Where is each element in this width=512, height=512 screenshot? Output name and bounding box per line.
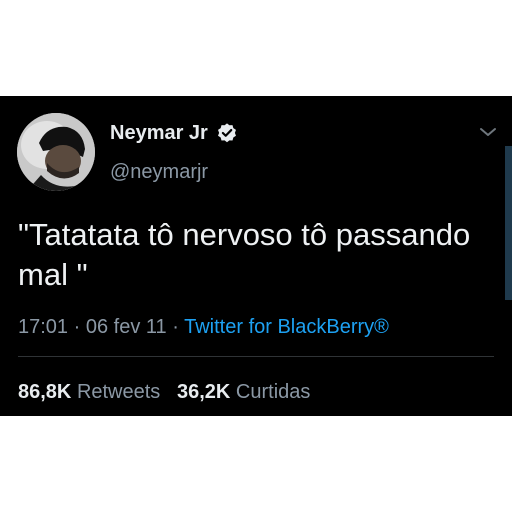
tweet-stats: 86,8K Retweets 36,2K Curtidas — [18, 380, 310, 404]
meta-separator: · — [172, 316, 179, 338]
screenshot-frame: Neymar Jr @neymarjr "Tatatata tô nervoso… — [0, 0, 512, 512]
meta-separator: · — [73, 316, 81, 338]
retweets-stat[interactable]: 86,8K Retweets — [18, 381, 160, 403]
tweet-time[interactable]: 17:01 — [18, 316, 68, 338]
tweet-meta: 17:01 · 06 fev 11 · Twitter for BlackBer… — [18, 315, 389, 339]
author-name[interactable]: Neymar Jr — [110, 121, 208, 145]
verified-badge-icon — [217, 123, 236, 143]
divider — [18, 356, 494, 357]
retweets-count: 86,8K — [18, 381, 72, 403]
tweet-card: Neymar Jr @neymarjr "Tatatata tô nervoso… — [0, 96, 512, 416]
scrollbar[interactable] — [505, 146, 512, 300]
retweets-label: Retweets — [76, 381, 161, 403]
likes-count: 36,2K — [176, 381, 231, 403]
tweet-text: "Tatatata tô nervoso tô passando mal " — [18, 217, 479, 292]
tweet-date[interactable]: 06 fev 11 — [86, 316, 167, 338]
chevron-down-icon[interactable] — [476, 122, 500, 142]
likes-stat[interactable]: 36,2K Curtidas — [177, 381, 310, 403]
avatar-photo — [17, 113, 95, 191]
likes-label: Curtidas — [235, 381, 311, 403]
author-row: Neymar Jr — [110, 121, 238, 145]
tweet-source-link[interactable]: Twitter for BlackBerry® — [184, 316, 389, 338]
avatar[interactable] — [17, 113, 95, 191]
author-handle[interactable]: @neymarjr — [110, 160, 208, 184]
